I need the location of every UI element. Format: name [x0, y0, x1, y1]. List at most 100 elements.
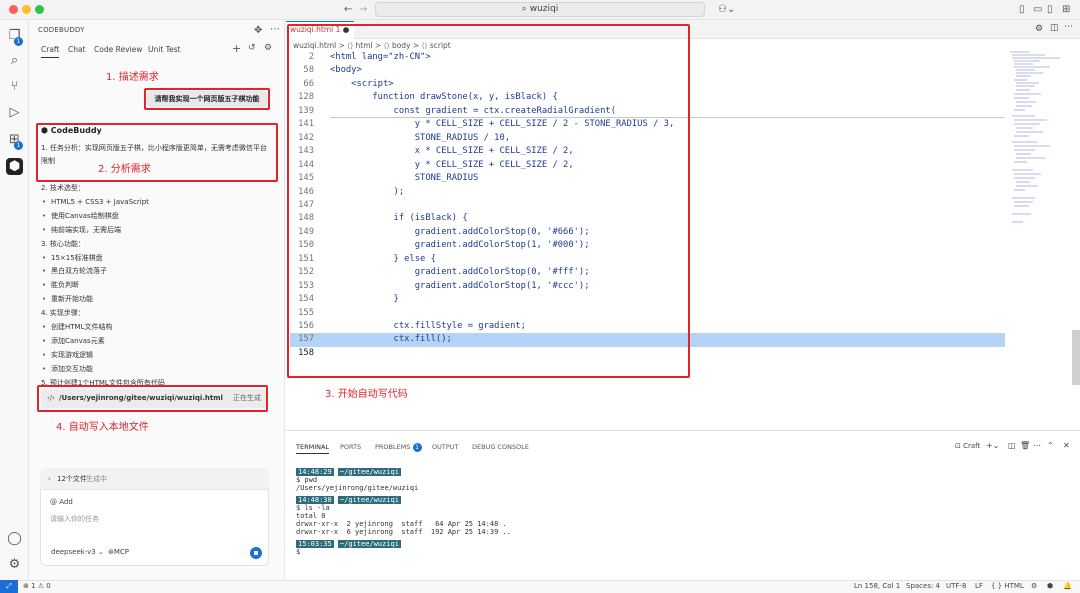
tab-code-review[interactable]: Code Review — [94, 45, 142, 54]
close-window-button[interactable] — [9, 5, 18, 14]
minimap[interactable] — [1005, 46, 1070, 236]
terminal-command: $ — [296, 548, 305, 556]
customize-layout-icon[interactable]: ⊞ — [1062, 3, 1070, 16]
task-input[interactable]: 请输入你的任务 — [50, 514, 99, 524]
settings-gear-icon[interactable]: ⚙ — [264, 43, 272, 53]
toggle-sidebar-icon[interactable]: ▯ — [1019, 3, 1025, 16]
prompt-time: 14:48:29 — [296, 468, 334, 476]
annotation-analyze: 2. 分析需求 — [98, 164, 151, 175]
ai-bullet-item: 纯前端实现，无需后端 — [42, 225, 121, 236]
files-count: 12个文件 — [57, 475, 87, 483]
terminal-shell-selector[interactable]: ⊡ Craft — [955, 442, 980, 450]
maximize-panel-icon[interactable]: ⌃ — [1047, 441, 1054, 450]
split-terminal-icon[interactable]: ◫ — [1008, 441, 1016, 450]
explorer-badge: 1 — [14, 37, 23, 46]
chevron-right-icon: › — [48, 475, 51, 483]
editor-more-icon[interactable]: ⋯ — [1064, 22, 1073, 32]
ai-bullet-item: HTML5 + CSS3 + JavaScript — [42, 197, 149, 208]
toggle-secondary-sidebar-icon[interactable]: ▯ — [1047, 3, 1053, 16]
tab-chat[interactable]: Chat — [68, 45, 86, 54]
terminal-icon: ⊡ — [955, 442, 964, 450]
codebuddy-icon[interactable]: ⬢ — [6, 158, 23, 175]
problems-status[interactable]: ⊗ 1 ⚠ 0 — [23, 582, 51, 590]
extensions-badge: 1 — [14, 141, 23, 150]
add-context-button[interactable]: @ Add — [50, 498, 73, 506]
terminal-command: $ pwd — [296, 476, 318, 484]
maximize-window-button[interactable] — [35, 5, 44, 14]
shell-label: Craft — [963, 442, 981, 450]
prompt-dir: ~/gitee/wuziqi — [337, 540, 401, 548]
end-of-line[interactable]: LF — [975, 582, 983, 590]
ai-bullet-item: 添加交互功能 — [42, 364, 93, 375]
composer-files-bar[interactable]: › 12个文件 生成中 — [40, 468, 269, 490]
toggle-panel-icon[interactable]: ▭ — [1033, 3, 1042, 16]
ai-text-line: 1. 任务分析：实现网页版五子棋，比小程序版更简单，无需考虑微信平台 — [41, 144, 267, 152]
tab-terminal[interactable]: TERMINAL — [296, 443, 330, 454]
tab-craft[interactable]: Craft — [41, 45, 60, 58]
remote-indicator-icon[interactable]: ⤢ — [0, 580, 18, 593]
terminal-output-line: drwxr-xr-x 6 yejinrong staff 192 Apr 25 … — [296, 528, 511, 536]
kill-terminal-icon[interactable]: 🗑 — [1020, 441, 1030, 450]
chevron-down-icon: ⌄ — [95, 548, 104, 556]
minimize-window-button[interactable] — [22, 5, 31, 14]
notifications-bell-icon[interactable]: 🔔 — [1063, 582, 1072, 590]
ai-text-line: 4. 实现步骤： — [41, 309, 85, 318]
editor-settings-icon[interactable]: ⚙ — [1035, 24, 1043, 34]
language-mode[interactable]: { } HTML — [991, 582, 1024, 590]
ai-text-line: 3. 核心功能： — [41, 239, 85, 248]
source-control-icon[interactable]: ⑂ — [6, 78, 23, 95]
run-debug-icon[interactable]: ▷ — [6, 104, 23, 121]
terminal-prompt-header: 14:48:30 ~/gitee/wuziqi — [296, 496, 401, 504]
tab-problems[interactable]: PROBLEMS 1 — [375, 443, 422, 452]
copilot-icon[interactable]: ⚇⌄ — [718, 3, 735, 16]
model-selector[interactable]: deepseek-v3 ⌄ — [51, 548, 104, 556]
terminal-more-icon[interactable]: ⋯ — [1033, 441, 1041, 450]
terminal-prompt-header: 15:03:35 ~/gitee/wuziqi — [296, 540, 401, 548]
tab-debug-console[interactable]: DEBUG CONSOLE — [472, 443, 529, 451]
ai-text-line: 限制 — [41, 157, 55, 165]
codebuddy-logo-icon[interactable]: ✥ — [254, 25, 262, 36]
ai-bullet-item: 使用Canvas绘制棋盘 — [42, 211, 119, 222]
command-search-box[interactable]: ⌕ wuziqi — [375, 2, 705, 17]
search-icon[interactable]: ⌕ — [6, 52, 23, 69]
copilot-status-icon[interactable]: ⚙ — [1031, 582, 1037, 590]
encoding[interactable]: UTF-8 — [946, 582, 966, 590]
cursor-position[interactable]: Ln 158, Col 1 — [854, 582, 900, 590]
mcp-label: MCP — [113, 548, 130, 556]
tab-output[interactable]: OUTPUT — [432, 443, 459, 451]
terminal-prompt-header: 14:48:29 ~/gitee/wuziqi — [296, 468, 401, 476]
ai-bullet-item: 创建HTML文件结构 — [42, 322, 113, 333]
ai-bullet-item: 添加Canvas元素 — [42, 336, 105, 347]
tab-unit-test[interactable]: Unit Test — [148, 45, 180, 54]
forward-arrow-icon[interactable]: → — [359, 3, 367, 16]
ai-bullet-item: 胜负判断 — [42, 280, 79, 291]
annotation-box-code — [287, 24, 690, 378]
code-file-icon: ‹/› — [47, 394, 55, 402]
file-path: /Users/yejinrong/gitee/wuziqi/wuziqi.htm… — [59, 394, 223, 402]
prompt-time: 14:48:30 — [296, 496, 334, 504]
new-chat-plus-icon[interactable]: + — [232, 42, 241, 55]
codebuddy-status-icon[interactable]: ⬢ — [1047, 582, 1053, 590]
new-terminal-plus-icon[interactable]: +⌄ — [986, 441, 999, 450]
activity-bar: ❐ 1 ⌕ ⑂ ▷ ⊞ 1 ⬢ ◯ ⚙ — [0, 20, 29, 580]
generating-file-card[interactable]: ‹/› /Users/yejinrong/gitee/wuziqi/wuziqi… — [41, 389, 266, 408]
terminal-output-line: drwxr-xr-x 2 yejinrong staff 64 Apr 25 1… — [296, 520, 507, 528]
more-icon[interactable]: ⋯ — [270, 24, 280, 35]
tab-ports[interactable]: PORTS — [340, 443, 361, 451]
history-icon[interactable]: ↺ — [248, 43, 256, 53]
annotation-write-file: 4. 自动写入本地文件 — [56, 422, 149, 433]
back-arrow-icon[interactable]: ← — [344, 3, 352, 16]
manage-gear-icon[interactable]: ⚙ — [6, 556, 23, 573]
mcp-button[interactable]: ⊛MCP — [108, 548, 129, 556]
close-panel-icon[interactable]: ✕ — [1063, 441, 1070, 450]
ai-bullet-item: 实现游戏逻辑 — [42, 350, 93, 361]
send-stop-button[interactable] — [250, 547, 262, 559]
files-status: 生成中 — [86, 475, 107, 483]
editor-scrollbar[interactable] — [1072, 330, 1080, 385]
annotation-describe: 1. 描述需求 — [106, 72, 159, 83]
split-editor-icon[interactable]: ◫ — [1050, 23, 1059, 33]
search-text: wuziqi — [529, 4, 559, 14]
ai-bullet-item: 黑白双方轮流落子 — [42, 266, 107, 277]
account-icon[interactable]: ◯ — [6, 530, 23, 547]
indentation[interactable]: Spaces: 4 — [906, 582, 940, 590]
